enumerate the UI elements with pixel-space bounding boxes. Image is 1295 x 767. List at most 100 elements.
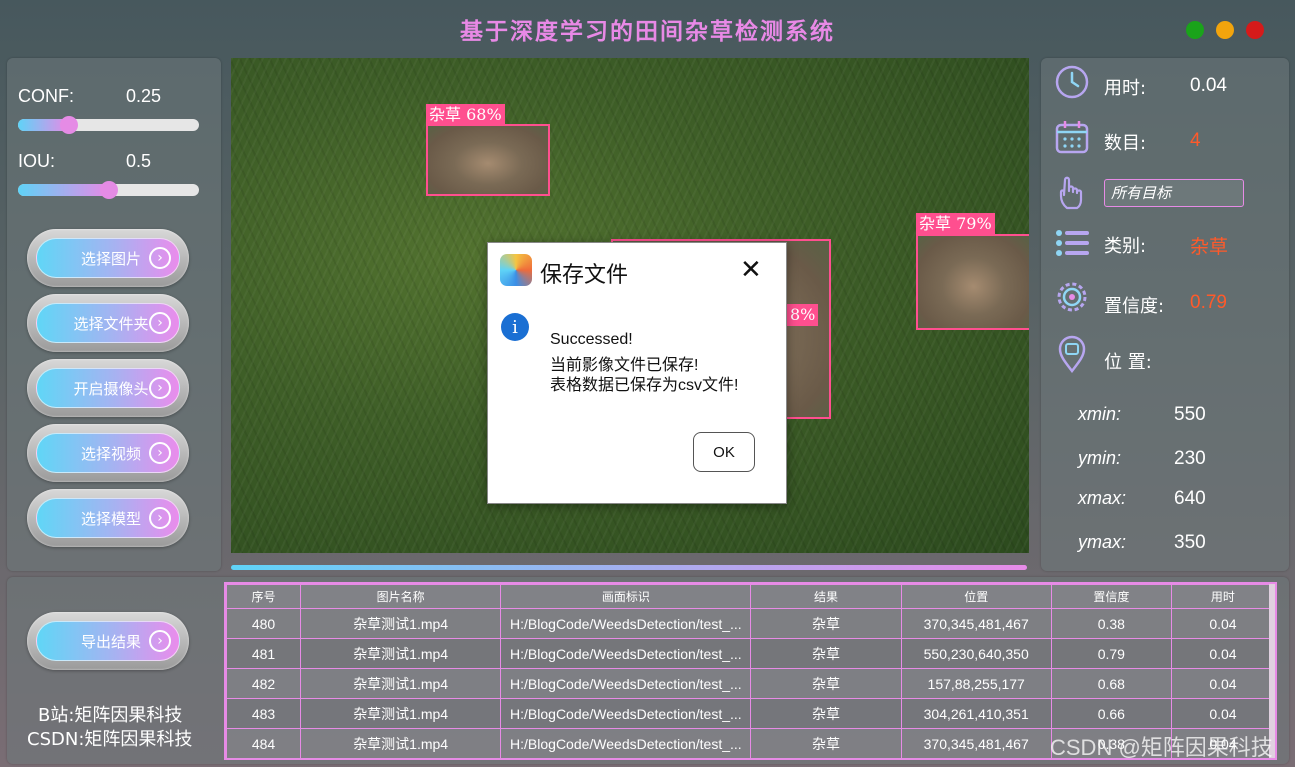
close-window-button[interactable] [1246,21,1264,39]
iou-label: IOU: [18,151,56,171]
ymin-value: 230 [1174,448,1206,469]
table-header-row: 序号 图片名称 画面标识 结果 位置 置信度 用时 [226,584,1275,609]
conf-slider-handle[interactable] [59,116,78,134]
settings-gear-icon [1057,282,1087,312]
table-cell: 杂草测试1.mp4 [300,638,502,669]
app-title: 基于深度学习的田间杂草检测系统 [460,18,835,45]
table-cell: 0.04 [1170,638,1275,669]
maximize-button[interactable] [1186,21,1204,39]
table-cell: 0.04 [1170,608,1275,639]
ok-button[interactable]: OK [693,432,755,472]
table-cell: 0.38 [1050,608,1172,639]
table-cell: 157,88,255,177 [900,668,1052,699]
select-model-button[interactable]: 选择模型 › [27,489,189,547]
detection-tag: 8% [787,304,819,326]
control-panel: CONF: 0.25 IOU: 0.5 选择图片 › 选择文件夹 › 开启摄像头 › … [7,58,221,571]
credit-csdn: CSDN:矩阵因果科技 [27,729,193,750]
chevron-right-icon: › [149,247,171,269]
xmin-value: 550 [1174,404,1206,425]
select-folder-button[interactable]: 选择文件夹 › [27,294,189,352]
table-cell: 0.66 [1050,698,1172,729]
table-cell: 0.04 [1170,698,1275,729]
xmin-label: xmin: [1078,404,1122,424]
table-row[interactable]: 482 杂草测试1.mp4 H:/BlogCode/WeedsDetection… [226,668,1275,699]
select-folder-label: 选择文件夹 [73,314,149,333]
table-cell: 杂草测试1.mp4 [300,608,502,639]
col-header-index[interactable]: 序号 [226,584,302,609]
table-cell: 370,345,481,467 [900,608,1052,639]
table-cell: 杂草 [750,698,902,729]
result-info-panel: 用时: 0.04 数目: 4 所有目标 类别: 杂草 置信度: 0.79 位 置… [1041,58,1289,571]
xmax-value: 640 [1174,488,1206,509]
col-header-frame-id[interactable]: 画面标识 [500,584,752,609]
table-cell: 杂草 [750,608,902,639]
table-row[interactable]: 483 杂草测试1.mp4 H:/BlogCode/WeedsDetection… [226,698,1275,729]
detection-tag: 杂草 79% [916,213,995,235]
app-logo-icon [500,254,532,286]
iou-value: 0.5 [126,151,152,171]
table-row[interactable]: 480 杂草测试1.mp4 H:/BlogCode/WeedsDetection… [226,608,1275,639]
table-cell: 杂草测试1.mp4 [300,728,502,758]
table-cell: 0.04 [1170,668,1275,699]
detection-box [426,124,550,196]
confidence-value: 0.79 [1190,292,1227,313]
table-cell: 0.79 [1050,638,1172,669]
col-header-confidence[interactable]: 置信度 [1050,584,1172,609]
col-header-result[interactable]: 结果 [750,584,902,609]
export-results-label: 导出结果 [80,632,141,651]
target-select-dropdown[interactable]: 所有目标 [1104,179,1244,207]
calendar-icon [1055,121,1089,154]
chevron-right-icon: › [149,630,171,652]
table-cell: 杂草 [750,728,902,758]
table-cell: 550,230,640,350 [900,638,1052,669]
conf-value: 0.25 [126,86,162,106]
col-header-position[interactable]: 位置 [900,584,1052,609]
table-cell: H:/BlogCode/WeedsDetection/test_... [500,638,752,669]
select-video-button[interactable]: 选择视频 › [27,424,189,482]
xmax-label: xmax: [1078,488,1127,508]
table-row[interactable]: 481 杂草测试1.mp4 H:/BlogCode/WeedsDetection… [226,638,1275,669]
col-header-image-name[interactable]: 图片名称 [300,584,502,609]
table-cell: 480 [226,608,302,639]
table-cell: H:/BlogCode/WeedsDetection/test_... [500,698,752,729]
iou-slider[interactable] [18,181,199,199]
close-icon[interactable]: ✕ [740,257,762,283]
table-cell: H:/BlogCode/WeedsDetection/test_... [500,608,752,639]
table-cell: 杂草测试1.mp4 [300,698,502,729]
minimize-button[interactable] [1216,21,1234,39]
table-cell: 杂草 [750,638,902,669]
dialog-message-csv: 表格数据已保存为csv文件! [550,377,739,394]
table-cell: 304,261,410,351 [900,698,1052,729]
detection-box [916,234,1029,330]
location-pin-icon [1058,335,1086,373]
select-image-label: 选择图片 [80,249,141,268]
chevron-right-icon: › [149,442,171,464]
ymax-value: 350 [1174,532,1206,553]
confidence-label: 置信度: [1104,296,1165,317]
title-bar: 基于深度学习的田间杂草检测系统 [0,0,1295,58]
chevron-right-icon: › [149,312,171,334]
detection-tag: 杂草 68% [426,104,505,126]
iou-slider-fill [18,184,109,196]
time-value: 0.04 [1190,75,1227,96]
dialog-message-status: Successed! [550,331,633,348]
chevron-right-icon: › [149,377,171,399]
table-cell: 0.68 [1050,668,1172,699]
time-label: 用时: [1104,78,1147,99]
table-cell: 481 [226,638,302,669]
chevron-right-icon: › [149,507,171,529]
open-camera-button[interactable]: 开启摄像头 › [27,359,189,417]
watermark: CSDN @矩阵因果科技 [1050,735,1273,760]
class-label: 类别: [1104,236,1147,257]
table-cell: 484 [226,728,302,758]
iou-slider-handle[interactable] [99,181,118,199]
open-camera-label: 开启摄像头 [73,379,149,398]
conf-slider[interactable] [18,116,199,134]
table-cell: H:/BlogCode/WeedsDetection/test_... [500,728,752,758]
col-header-time[interactable]: 用时 [1170,584,1275,609]
table-cell: H:/BlogCode/WeedsDetection/test_... [500,668,752,699]
export-results-button[interactable]: 导出结果 › [27,612,189,670]
select-image-button[interactable]: 选择图片 › [27,229,189,287]
table-cell: 杂草测试1.mp4 [300,668,502,699]
clock-icon [1055,65,1089,99]
